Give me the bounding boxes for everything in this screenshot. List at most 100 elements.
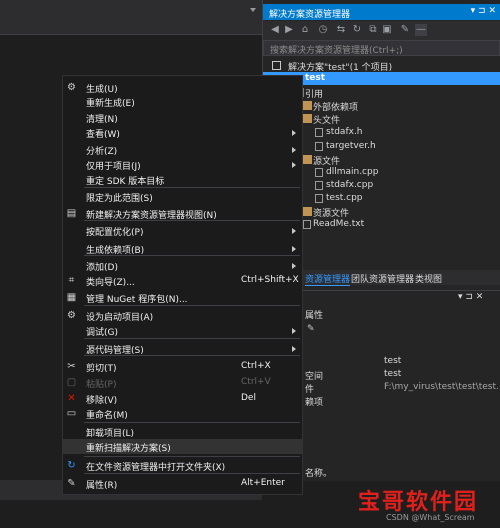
menu-item-1[interactable]: 重新生成(E): [86, 96, 135, 109]
menu-item-12[interactable]: 类向导(Z)...: [86, 275, 135, 288]
search-placeholder: 搜索解决方案资源管理器(Ctrl+;): [270, 46, 403, 56]
nuget-icon: ▦: [66, 292, 77, 303]
menu-item-6[interactable]: 重定 SDK 版本目标: [86, 174, 164, 187]
watermark-credit: CSDN @What_Scream: [386, 513, 475, 522]
tab-team-explorer[interactable]: 团队资源管理器: [351, 272, 414, 285]
menu-item-5[interactable]: 仅用于项目(J): [86, 159, 141, 172]
forward-icon[interactable]: ▶: [283, 24, 295, 36]
solution-explorer-title: 解决方案资源管理器: [269, 10, 351, 20]
menu-item-0[interactable]: 生成(U): [86, 82, 118, 95]
tree-node-headers[interactable]: 头文件: [303, 113, 340, 126]
menu-item-shortcut: Alt+Enter: [241, 478, 285, 488]
tree-file-dllmain[interactable]: dllmain.cpp: [315, 167, 378, 177]
tree-file-targetver-h[interactable]: targetver.h: [315, 141, 376, 151]
folder-icon: [303, 207, 312, 216]
menu-item-9[interactable]: 按配置优化(P): [86, 225, 143, 238]
tree-file-readme[interactable]: ReadMe.txt: [303, 219, 364, 229]
menu-item-2[interactable]: 清理(N): [86, 112, 118, 125]
rename-icon: ▭: [66, 408, 77, 419]
text-file-icon: [303, 220, 311, 229]
pin-icon[interactable]: —: [415, 24, 427, 36]
tab-class-view[interactable]: 类视图: [415, 272, 442, 285]
remove-icon: ✕: [67, 393, 76, 404]
folder-icon: [303, 114, 312, 123]
tree-node-references[interactable]: 引用: [295, 87, 323, 100]
menu-separator: [84, 187, 300, 188]
menu-item-19[interactable]: 移除(V): [86, 393, 117, 406]
submenu-arrow-icon: [292, 228, 296, 234]
menu-item-shortcut: Del: [241, 393, 256, 403]
open-folder-icon: ↻: [67, 460, 76, 471]
menu-item-21[interactable]: 卸载项目(L): [86, 426, 134, 439]
menu-separator: [84, 338, 300, 339]
properties-toolbar-wrench-icon[interactable]: ✎: [307, 324, 315, 334]
properties-window-buttons[interactable]: ▾ ⊐ ✕: [458, 292, 483, 302]
properties-title: 属性: [305, 311, 324, 321]
refresh-icon[interactable]: ↻: [351, 24, 363, 36]
wrench-icon: ✎: [67, 478, 76, 489]
properties-wrench-icon[interactable]: ✎: [399, 24, 411, 36]
editor-tab-strip: [0, 0, 262, 35]
menu-separator: [84, 473, 300, 474]
header-file-icon: [315, 128, 323, 137]
solution-search-box[interactable]: 搜索解决方案资源管理器(Ctrl+;): [263, 40, 500, 56]
submenu-arrow-icon: [292, 246, 296, 252]
menu-item-4[interactable]: 分析(Z): [86, 144, 117, 157]
properties-label-3: 件: [305, 385, 315, 395]
menu-item-16[interactable]: 源代码管理(S): [86, 343, 144, 356]
submenu-arrow-icon: [292, 263, 296, 269]
home-icon[interactable]: ⌂: [299, 24, 311, 36]
menu-item-11[interactable]: 添加(D): [86, 260, 118, 273]
paste-icon: ▢: [66, 377, 77, 388]
tree-project-node[interactable]: test: [305, 73, 325, 83]
tree-node-sources[interactable]: 源文件: [303, 154, 340, 167]
menu-item-14[interactable]: 设为启动项目(A): [86, 310, 153, 323]
tree-file-test-cpp[interactable]: test.cpp: [315, 193, 363, 203]
sync-icon[interactable]: ⇆: [335, 24, 347, 36]
class-wizard-icon: ⌗: [68, 275, 75, 286]
menu-item-10[interactable]: 生成依赖项(B): [86, 243, 144, 256]
menu-item-17[interactable]: 剪切(T): [86, 361, 117, 374]
build-icon: ⚙: [67, 82, 76, 93]
show-all-icon[interactable]: ▣: [381, 24, 393, 36]
menu-item-22[interactable]: 重新扫描解决方案(S): [86, 441, 171, 454]
back-icon[interactable]: ◀: [269, 24, 281, 36]
tree-node-resources[interactable]: 资源文件: [303, 206, 349, 219]
collapse-icon[interactable]: ⧉: [367, 24, 379, 36]
history-icon[interactable]: ◷: [317, 24, 329, 36]
menu-item-shortcut: Ctrl+Shift+X: [241, 275, 299, 285]
menu-separator: [84, 305, 300, 306]
properties-label-4: 赖项: [305, 398, 324, 408]
properties-label-2: 空间: [305, 372, 324, 382]
folder-icon: [303, 101, 312, 110]
tree-file-stdafx-h[interactable]: stdafx.h: [315, 127, 363, 137]
submenu-arrow-icon: [292, 328, 296, 334]
new-view-icon: ▤: [66, 208, 77, 219]
tab-solution-explorer[interactable]: 资源管理器: [305, 272, 351, 286]
editor-scroll-caret[interactable]: [250, 8, 256, 12]
menu-item-24[interactable]: 属性(R): [86, 478, 117, 491]
menu-item-7[interactable]: 限定为此范围(S): [86, 191, 153, 204]
panel-window-buttons[interactable]: ▾ ⊐ ✕: [471, 6, 496, 16]
tree-node-external[interactable]: 外部依赖项: [303, 100, 358, 113]
menu-item-15[interactable]: 调试(G): [86, 325, 118, 338]
cpp-file-icon: [315, 194, 323, 203]
header-file-icon: [315, 142, 323, 151]
menu-item-shortcut: Ctrl+V: [241, 377, 271, 387]
menu-item-13[interactable]: 管理 NuGet 程序包(N)...: [86, 292, 188, 305]
cpp-file-icon: [315, 168, 323, 177]
menu-item-3[interactable]: 查看(W): [86, 127, 120, 140]
menu-item-20[interactable]: 重命名(M): [86, 408, 128, 421]
menu-item-23[interactable]: 在文件资源管理器中打开文件夹(X): [86, 460, 225, 473]
menu-item-18: 粘贴(P): [86, 380, 117, 390]
tree-file-stdafx-cpp[interactable]: stdafx.cpp: [315, 180, 373, 190]
menu-separator: [84, 456, 300, 457]
cpp-file-icon: [315, 181, 323, 190]
solution-icon: [272, 61, 281, 70]
solution-explorer-toolbar: ◀ ▶ ⌂ ◷ ⇆ ↻ ⧉ ▣ ✎ —: [263, 21, 500, 40]
menu-separator: [84, 422, 300, 423]
properties-value-3: F:\my_virus\test\test\test.vcxp: [384, 382, 498, 392]
menu-item-8[interactable]: 新建解决方案资源管理器视图(N): [86, 208, 217, 221]
scissors-icon: ✂: [67, 361, 76, 372]
properties-value-1: test: [384, 356, 402, 366]
